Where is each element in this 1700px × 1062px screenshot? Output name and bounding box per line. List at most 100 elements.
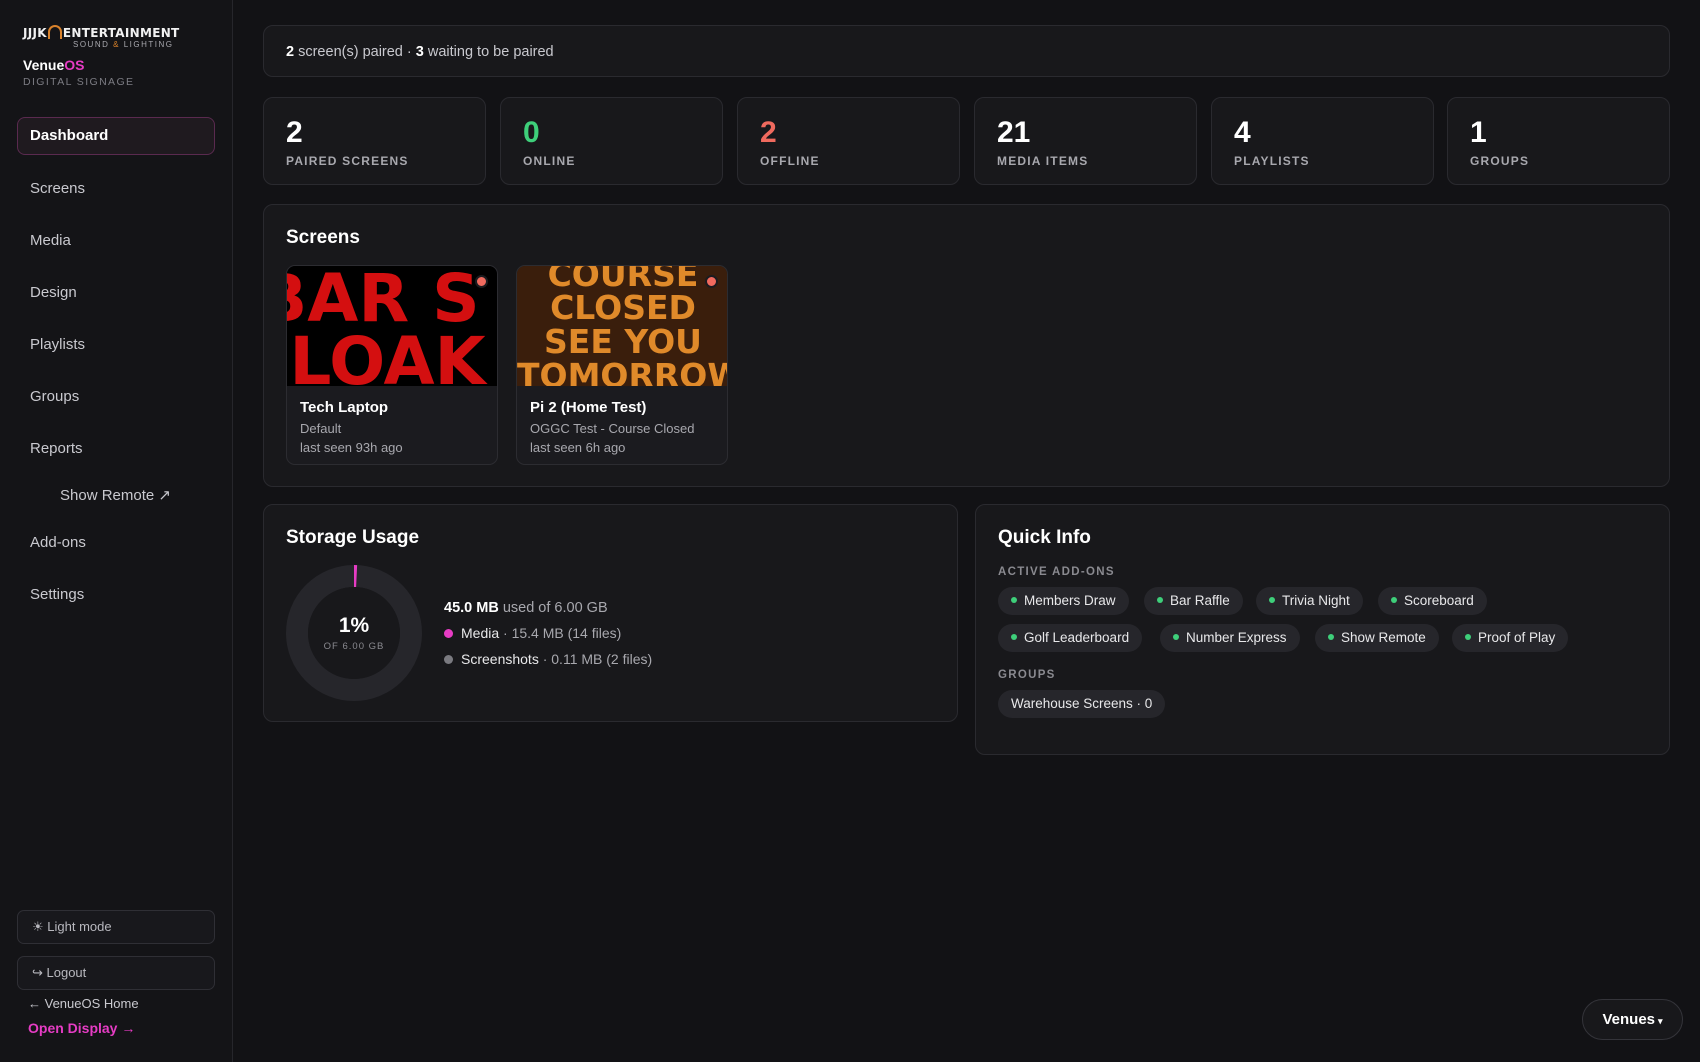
thumb-text-line: CLOSED (550, 288, 696, 327)
screen-tile-tech-laptop[interactable]: BAR S CLOAK Tech Laptop Default last see… (286, 265, 498, 465)
stat-label: OFFLINE (760, 154, 820, 168)
logo-sub-b: LIGHTING (123, 40, 174, 49)
media-legend-dot (444, 629, 453, 638)
stat-media-items: 21 MEDIA ITEMS (974, 97, 1197, 185)
venueos-home-link[interactable]: ← VenueOS Home (28, 996, 139, 1011)
stat-value: 1 (1470, 116, 1487, 149)
logout-button[interactable]: ↪ Logout (17, 956, 215, 990)
open-display-link[interactable]: Open Display → (28, 1020, 135, 1036)
screen-tile-pi-2[interactable]: COURSE CLOSED SEE YOU TOMORROW Pi 2 (Hom… (516, 265, 728, 465)
addon-chip-label: Members Draw (1024, 593, 1116, 608)
screens-title: Screens (286, 227, 360, 248)
screen-thumbnail: COURSE CLOSED SEE YOU TOMORROW (517, 266, 728, 386)
waiting-count: 3 (415, 44, 424, 60)
addon-chip-bar-raffle[interactable]: Bar Raffle (1144, 587, 1243, 615)
offline-status-dot (475, 275, 488, 288)
logo-sub-a: SOUND (73, 40, 110, 49)
brand-name: Venue (23, 57, 65, 73)
active-addons-label: ACTIVE ADD-ONS (998, 566, 1115, 578)
nav-media[interactable]: Media (17, 222, 215, 260)
addon-chip-label: Show Remote (1341, 630, 1426, 645)
storage-row-name: Media (461, 625, 500, 641)
stat-label: MEDIA ITEMS (997, 154, 1089, 168)
thumb-text-line: CLOAK (287, 323, 486, 387)
stat-label: GROUPS (1470, 154, 1530, 168)
storage-panel: Storage Usage 1% OF 6.00 GB 45.0 MB used… (263, 504, 958, 722)
screen-last-seen: last seen 93h ago (300, 440, 403, 455)
nav-reports[interactable]: Reports (17, 430, 215, 468)
logo-text-right: ENTERTAINMENT (62, 26, 180, 40)
stat-groups: 1 GROUPS (1447, 97, 1670, 185)
headphones-icon (47, 25, 62, 39)
screen-name: Pi 2 (Home Test) (530, 399, 647, 416)
active-dot-icon (1157, 597, 1163, 603)
active-dot-icon (1011, 634, 1017, 640)
storage-row-detail: · 15.4 MB (14 files) (499, 625, 622, 641)
group-chip-warehouse-screens[interactable]: Warehouse Screens · 0 (998, 690, 1166, 718)
nav-screens[interactable]: Screens (17, 170, 215, 208)
stat-label: PAIRED SCREENS (286, 154, 409, 168)
screenshots-legend-dot (444, 655, 453, 664)
brand-subtitle: DIGITAL SIGNAGE (23, 76, 135, 88)
active-dot-icon (1173, 634, 1179, 640)
addon-chip-label: Bar Raffle (1170, 593, 1230, 608)
stat-label: PLAYLISTS (1234, 154, 1310, 168)
nav-settings[interactable]: Settings (17, 576, 215, 614)
screen-last-seen: last seen 6h ago (530, 440, 626, 455)
stat-playlists: 4 PLAYLISTS (1211, 97, 1434, 185)
storage-of-label: OF 6.00 GB (323, 641, 385, 652)
logo-text-left: JJJK (23, 26, 47, 40)
addon-chip-proof-of-play[interactable]: Proof of Play (1452, 624, 1569, 652)
addon-chip-label: Number Express (1186, 630, 1287, 645)
paired-text: screen(s) paired · (294, 44, 416, 60)
stat-value: 4 (1234, 116, 1251, 149)
screen-thumbnail: BAR S CLOAK (287, 266, 497, 387)
app-brand: VenueOS (23, 57, 84, 73)
quick-info-title: Quick Info (998, 527, 1091, 548)
addon-chip-label: Proof of Play (1478, 630, 1556, 645)
active-dot-icon (1391, 597, 1397, 603)
storage-row-media: Media · 15.4 MB (14 files) (444, 625, 621, 641)
nav-dashboard[interactable]: Dashboard (17, 117, 215, 155)
active-dot-icon (1328, 634, 1334, 640)
chevron-down-icon: ▾ (1658, 1016, 1663, 1026)
offline-status-dot (705, 275, 718, 288)
venues-label: Venues (1602, 1011, 1655, 1028)
addon-chip-golf-leaderboard[interactable]: Golf Leaderboard (998, 624, 1143, 652)
pairing-banner: 2 screen(s) paired · 3 waiting to be pai… (263, 25, 1670, 77)
storage-row-detail: · 0.11 MB (2 files) (538, 651, 653, 667)
light-mode-button[interactable]: ☀ Light mode (17, 910, 215, 944)
stat-value: 0 (523, 116, 540, 149)
nav-playlists[interactable]: Playlists (17, 326, 215, 364)
addon-chip-label: Golf Leaderboard (1024, 630, 1130, 645)
addon-chip-members-draw[interactable]: Members Draw (998, 587, 1129, 615)
paired-count: 2 (286, 44, 295, 60)
screen-name: Tech Laptop (300, 399, 389, 416)
groups-label: GROUPS (998, 669, 1056, 681)
venues-dropdown-button[interactable]: Venues ▾ (1582, 999, 1683, 1040)
waiting-text: waiting to be paired (423, 44, 554, 60)
nav-groups[interactable]: Groups (17, 378, 215, 416)
stat-value: 2 (286, 116, 303, 149)
screen-playlist: Default (300, 421, 342, 436)
addon-chip-show-remote[interactable]: Show Remote (1315, 624, 1439, 652)
stat-label: ONLINE (523, 154, 576, 168)
active-dot-icon (1269, 597, 1275, 603)
storage-used-suffix: used of 6.00 GB (498, 600, 608, 616)
active-dot-icon (1465, 634, 1471, 640)
nav-show-remote[interactable]: Show Remote ↗ (60, 486, 171, 504)
addon-chip-number-express[interactable]: Number Express (1160, 624, 1300, 652)
addon-chip-label: Trivia Night (1282, 593, 1350, 608)
addon-chip-trivia-night[interactable]: Trivia Night (1256, 587, 1363, 615)
nav-add-ons[interactable]: Add-ons (17, 524, 215, 562)
addon-chip-scoreboard[interactable]: Scoreboard (1378, 587, 1487, 615)
thumb-text-line: TOMORROW (517, 356, 728, 386)
stat-offline: 2 OFFLINE (737, 97, 960, 185)
nav-design[interactable]: Design (17, 274, 215, 312)
stat-online: 0 ONLINE (500, 97, 723, 185)
stat-value: 21 (997, 116, 1031, 149)
screen-playlist: OGGC Test - Course Closed (530, 421, 695, 436)
stat-value: 2 (760, 116, 777, 149)
addon-chip-label: Scoreboard (1404, 593, 1474, 608)
brand-os: OS (64, 57, 85, 73)
